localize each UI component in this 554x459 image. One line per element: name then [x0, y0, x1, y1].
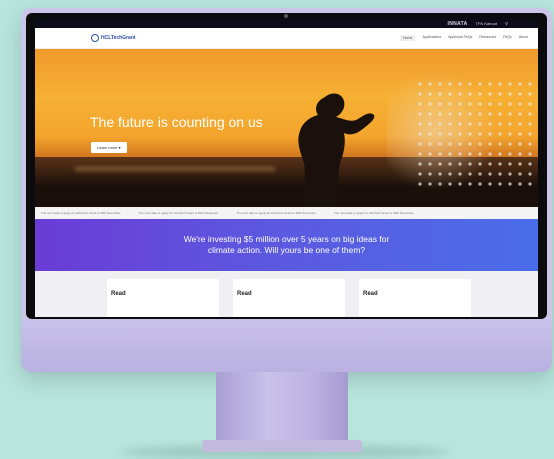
- nav-applications[interactable]: Applications: [422, 35, 441, 41]
- banner-line-1: We're investing $5 million over 5 years …: [183, 234, 390, 244]
- card-title: Read: [237, 291, 252, 297]
- main-nav: Home Applications Applicant FAQs Resourc…: [400, 35, 528, 41]
- ticker-item[interactable]: The next date to apply for HCLTech Grant…: [139, 211, 219, 215]
- nav-resources[interactable]: Resources: [479, 35, 496, 41]
- card-title: Read: [111, 291, 126, 297]
- monitor-stand: [216, 372, 348, 448]
- ticker-item[interactable]: The next date to apply for HCLTech Grant…: [41, 211, 121, 215]
- monitor-bezel: INNATA TFN Kahoot ⚲ HCLTechGrant Home Ap…: [26, 13, 547, 319]
- nav-about[interactable]: About: [519, 35, 528, 41]
- search-icon[interactable]: ⚲: [505, 21, 508, 26]
- monitor-chin: [21, 319, 552, 372]
- banner-line-2: climate action. Will yours be one of the…: [207, 245, 366, 255]
- card-title: Read: [363, 291, 378, 297]
- utility-brand[interactable]: INNATA: [448, 21, 468, 27]
- logo-icon: [91, 34, 99, 42]
- ticker-item[interactable]: The next date to apply for HCLTech Grant…: [236, 211, 316, 215]
- content-card[interactable]: Read: [359, 279, 471, 317]
- ticker-item[interactable]: The next date to apply for HCLTech Grant…: [334, 211, 414, 215]
- card-row: Read Read Read: [35, 271, 538, 317]
- website-screen: INNATA TFN Kahoot ⚲ HCLTechGrant Home Ap…: [35, 19, 538, 317]
- monitor-foot: [202, 440, 362, 452]
- announcement-ticker: The next date to apply for HCLTech Grant…: [35, 207, 538, 219]
- content-card[interactable]: Read: [107, 279, 219, 317]
- nav-home[interactable]: Home: [400, 35, 416, 41]
- hero-title: The future is counting on us: [90, 114, 263, 130]
- hero-section: The future is counting on us Learn more …: [35, 49, 538, 207]
- learn-more-button[interactable]: Learn more ▾: [91, 142, 127, 153]
- person-silhouette: [298, 93, 375, 207]
- site-logo[interactable]: HCLTechGrant: [91, 34, 136, 42]
- nav-faqs[interactable]: FAQs: [503, 35, 512, 41]
- logo-text: HCLTechGrant: [101, 35, 136, 41]
- camera-icon: [284, 14, 288, 18]
- utility-link[interactable]: TFN Kahoot: [475, 21, 497, 26]
- content-card[interactable]: Read: [233, 279, 345, 317]
- investment-banner: We're investing $5 million over 5 years …: [35, 219, 538, 271]
- hero-sheen: [75, 167, 275, 171]
- monitor: INNATA TFN Kahoot ⚲ HCLTechGrant Home Ap…: [21, 8, 552, 372]
- site-header: HCLTechGrant Home Applications Applicant…: [35, 28, 538, 49]
- utility-bar: INNATA TFN Kahoot ⚲: [35, 19, 538, 28]
- dot-pattern: [415, 79, 538, 189]
- nav-applicant-faqs[interactable]: Applicant FAQs: [448, 35, 472, 41]
